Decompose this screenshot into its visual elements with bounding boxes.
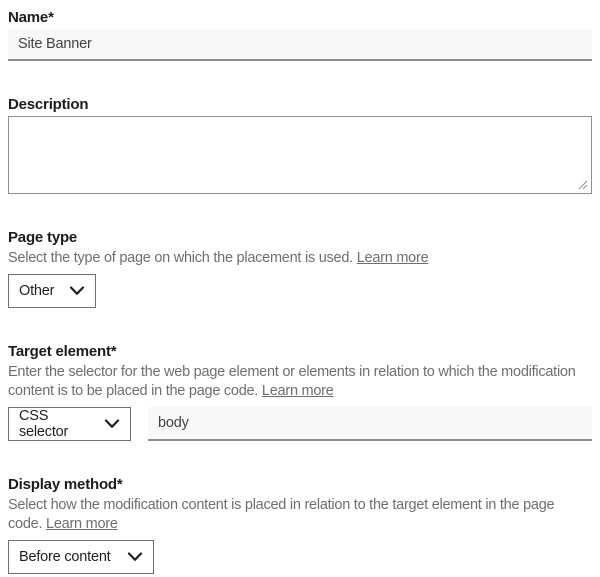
target-element-learn-more-link[interactable]: Learn more [262,383,334,399]
chevron-down-icon [104,419,120,429]
display-method-label: Display method* [8,475,592,494]
page-type-learn-more-link[interactable]: Learn more [357,250,429,266]
name-label-text: Name [8,9,48,26]
target-element-field: Target element* Enter the selector for t… [8,342,592,441]
target-element-helper: Enter the selector for the web page elem… [8,363,592,401]
display-method-field: Display method* Select how the modificat… [8,475,592,574]
display-method-select-value: Before content [19,549,111,565]
required-asterisk: * [48,9,54,26]
name-field: Name* [8,8,592,61]
description-field: Description [8,95,592,194]
page-type-label: Page type [8,228,592,247]
target-element-row: CSS selector [8,407,592,441]
page-type-select-value: Other [19,283,54,299]
description-label-text: Description [8,96,88,113]
description-label: Description [8,95,592,114]
selector-type-select[interactable]: CSS selector [8,407,131,441]
required-asterisk: * [117,476,123,493]
display-method-select[interactable]: Before content [8,540,154,574]
page-type-select[interactable]: Other [8,274,96,308]
chevron-down-icon [127,552,143,562]
target-selector-input[interactable] [148,407,592,441]
name-input[interactable] [8,29,592,61]
placement-settings-form: Name* Description Page type Select the t… [0,0,600,577]
name-label: Name* [8,8,592,27]
display-method-label-text: Display method [8,476,117,493]
target-element-label: Target element* [8,342,592,361]
page-type-helper-text: Select the type of page on which the pla… [8,250,353,266]
description-textarea[interactable] [8,116,592,194]
resize-handle-icon[interactable] [578,180,588,190]
required-asterisk: * [111,343,117,360]
selector-type-select-value: CSS selector [19,408,96,440]
chevron-down-icon [69,286,85,296]
description-textarea-wrap [8,116,592,194]
page-type-field: Page type Select the type of page on whi… [8,228,592,308]
target-element-label-text: Target element [8,343,111,360]
page-type-helper: Select the type of page on which the pla… [8,249,592,268]
page-type-label-text: Page type [8,229,77,246]
display-method-helper: Select how the modification content is p… [8,496,592,534]
display-method-learn-more-link[interactable]: Learn more [46,516,118,532]
